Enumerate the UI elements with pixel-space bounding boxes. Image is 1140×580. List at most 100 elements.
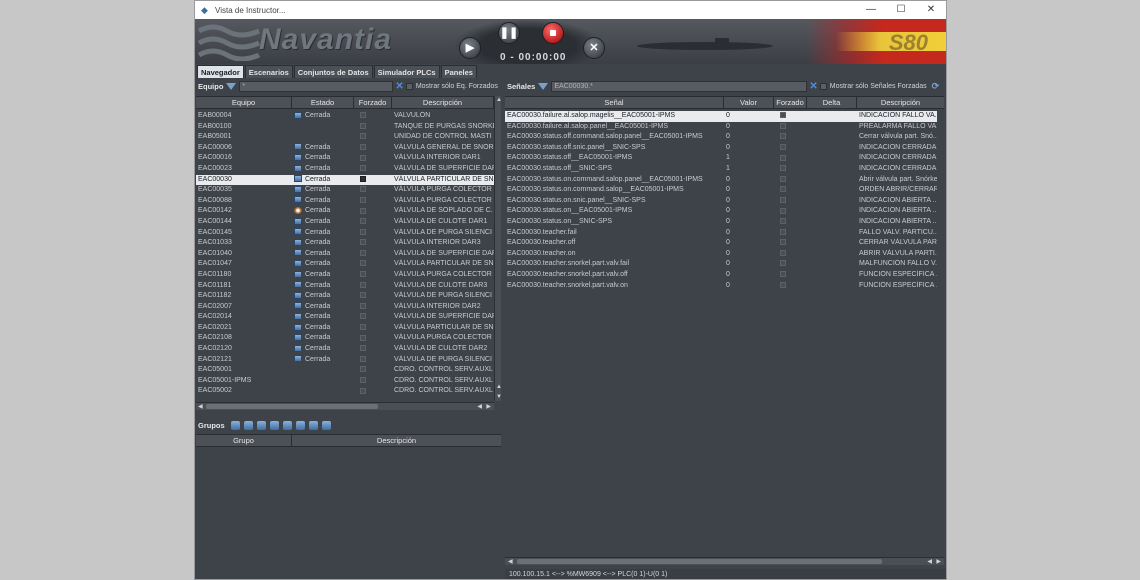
tab-paneles[interactable]: Paneles <box>440 65 477 78</box>
table-row[interactable]: EAC00144 Cerrada VÁLVULA DE CULOTE DAR1 <box>196 217 494 228</box>
table-row[interactable]: EAC01033 Cerrada VÁLVULA INTERIOR DAR3 <box>196 238 494 249</box>
forzado-checkbox[interactable] <box>360 260 366 267</box>
forzado-checkbox[interactable] <box>780 175 786 182</box>
valor-cell[interactable]: 1 <box>724 164 774 175</box>
forzado-checkbox[interactable] <box>360 218 366 225</box>
forzado-checkbox[interactable] <box>360 324 366 331</box>
table-row[interactable]: EAC01180 Cerrada VÁLVULA PURGA COLECTOR <box>196 270 494 281</box>
add-item-icon[interactable] <box>256 421 266 430</box>
table-row[interactable]: EAB05001 UNIDAD DE CONTROL MASTI <box>196 132 494 143</box>
table-row[interactable]: EAC00030.status.off.command.salop.panel_… <box>505 132 944 143</box>
table-row[interactable]: EAC02021 Cerrada VÁLVULA PARTICULAR DE SN <box>196 323 494 334</box>
delta-cell[interactable] <box>807 132 857 143</box>
table-row[interactable]: EAC00030.status.off__EAC05001-IPMS 1 INDIC… <box>505 153 944 164</box>
equipo-vscroll[interactable]: ▲ ▲ ▼ <box>494 96 502 401</box>
delta-cell[interactable] <box>807 175 857 186</box>
tab-escenarios[interactable]: Escenarios <box>244 65 293 78</box>
table-row[interactable]: EAC05001-IPMS CDRO. CONTROL SERV.AUXL <box>196 376 494 387</box>
table-row[interactable]: EAC01040 Cerrada VÁLVULA DE SUPERFICIE DAR <box>196 249 494 260</box>
table-row[interactable]: EAC00030.failure.al.salop.magelis__EAC05… <box>505 111 944 122</box>
forzado-checkbox[interactable] <box>360 154 366 161</box>
forzado-checkbox[interactable] <box>360 281 366 288</box>
valor-cell[interactable]: 0 <box>724 122 774 133</box>
col-equipo[interactable]: Equipo <box>196 97 292 108</box>
valor-cell[interactable]: 0 <box>724 111 774 122</box>
table-row[interactable]: EAC00030 Cerrada VÁLVULA PARTICULAR DE SN <box>196 174 494 186</box>
table-row[interactable]: EAC00030.teacher.snorkel.part.valv.off 0 F… <box>505 270 944 281</box>
clear-filter-icon[interactable]: ✕ <box>395 81 403 92</box>
forzado-checkbox[interactable] <box>360 271 366 278</box>
col-forzado[interactable]: Forzado <box>354 97 392 108</box>
valor-cell[interactable]: 0 <box>724 196 774 207</box>
table-row[interactable]: EAC00030.failure.al.salop.panel__EAC0500… <box>505 122 944 133</box>
table-row[interactable]: EAB00100 TANQUE DE PURGAS SNORKE <box>196 122 494 133</box>
forzado-checkbox[interactable] <box>360 334 366 341</box>
forzado-checkbox[interactable] <box>360 186 366 193</box>
delete-group-icon[interactable] <box>243 421 253 430</box>
forzado-checkbox[interactable] <box>780 154 786 161</box>
forzado-checkbox[interactable] <box>360 355 366 362</box>
valor-cell[interactable]: 0 <box>724 143 774 154</box>
delta-cell[interactable] <box>807 185 857 196</box>
table-row[interactable]: EAC00088 Cerrada VÁLVULA PURGA COLECTOR <box>196 196 494 207</box>
forced-only-checkbox[interactable] <box>405 83 413 90</box>
table-row[interactable]: EAC02108 Cerrada VÁLVULA PURGA COLECTOR <box>196 333 494 344</box>
senales-filter-input[interactable] <box>551 81 808 92</box>
forzado-checkbox[interactable] <box>360 302 366 309</box>
delta-cell[interactable] <box>807 196 857 207</box>
table-row[interactable]: EAC00030.status.on__SNIC-SPS 0 INDICACION … <box>505 217 944 228</box>
valor-cell[interactable]: 0 <box>724 238 774 249</box>
table-row[interactable]: EAC00030.teacher.snorkel.part.valv.on 0 FU… <box>505 281 944 292</box>
table-row[interactable]: EAC00030.status.off__SNIC-SPS 1 INDICACION… <box>505 164 944 175</box>
table-row[interactable]: EAC01181 Cerrada VÁLVULA DE CULOTE DAR3 <box>196 281 494 292</box>
forzado-checkbox[interactable] <box>780 281 786 288</box>
valor-cell[interactable]: 0 <box>724 217 774 228</box>
delta-cell[interactable] <box>807 122 857 133</box>
table-row[interactable]: EAC01047 Cerrada VÁLVULA PARTICULAR DE SN <box>196 259 494 270</box>
refresh-icon[interactable]: ⟳ <box>932 81 940 92</box>
edit-group-icon[interactable] <box>282 421 292 430</box>
close-window-icon[interactable]: ✕ <box>916 1 946 19</box>
tab-navegador[interactable]: Navegador <box>197 65 244 78</box>
table-row[interactable]: EAC00030.teacher.on 0 ABRIR VÁLVULA PARTI.… <box>505 249 944 260</box>
col-forzado[interactable]: Forzado <box>774 97 807 108</box>
table-row[interactable]: EAC00030.status.on.command.salop.panel__… <box>505 175 944 186</box>
forzado-checkbox[interactable] <box>780 196 786 203</box>
delta-cell[interactable] <box>807 206 857 217</box>
table-row[interactable]: EAC02121 Cerrada VÁLVULA DE PURGA SILENCI <box>196 355 494 366</box>
delta-cell[interactable] <box>807 217 857 228</box>
filter-icon[interactable] <box>538 83 549 90</box>
valor-cell[interactable]: 1 <box>724 153 774 164</box>
remove-item-icon[interactable] <box>269 421 279 430</box>
forzado-checkbox[interactable] <box>360 292 366 299</box>
table-row[interactable]: EAC00030.teacher.fail 0 FALLO VALV. PARTIC… <box>505 228 944 239</box>
valor-cell[interactable]: 0 <box>724 132 774 143</box>
valor-cell[interactable]: 0 <box>724 249 774 260</box>
table-row[interactable]: EAC00030.teacher.snorkel.part.valv.fail 0… <box>505 259 944 270</box>
table-row[interactable]: EAB00004 Cerrada VALVULÓN <box>196 111 494 122</box>
forzado-checkbox[interactable] <box>360 133 366 140</box>
valor-cell[interactable]: 0 <box>724 206 774 217</box>
delta-cell[interactable] <box>807 164 857 175</box>
forzado-checkbox[interactable] <box>360 313 366 320</box>
table-row[interactable]: EAC02120 Cerrada VÁLVULA DE CULOTE DAR2 <box>196 344 494 355</box>
clear-filter-icon[interactable]: ✕ <box>809 81 817 92</box>
forzado-checkbox[interactable] <box>780 218 786 225</box>
pause-button[interactable]: ❚❚ <box>498 22 520 44</box>
delta-cell[interactable] <box>807 249 857 260</box>
forzado-checkbox[interactable] <box>360 228 366 235</box>
forzado-checkbox[interactable] <box>360 207 366 214</box>
valor-cell[interactable]: 0 <box>724 281 774 292</box>
table-row[interactable]: EAC05002 CDRO. CONTROL SERV.AUXL <box>196 386 494 397</box>
delta-cell[interactable] <box>807 270 857 281</box>
forzado-checkbox[interactable] <box>780 207 786 214</box>
col-descripcion[interactable]: Descripción <box>392 97 494 108</box>
delta-cell[interactable] <box>807 111 857 122</box>
delta-cell[interactable] <box>807 238 857 249</box>
table-row[interactable]: EAC00030.status.on__EAC05001-IPMS 0 INDICA… <box>505 206 944 217</box>
forzado-checkbox[interactable] <box>780 239 786 246</box>
table-row[interactable]: EAC00030.status.on.snic.panel__SNIC-SPS 0… <box>505 196 944 207</box>
valor-cell[interactable]: 0 <box>724 228 774 239</box>
tab-conjuntos-de-datos[interactable]: Conjuntos de Datos <box>293 65 373 78</box>
forzado-checkbox[interactable] <box>360 122 366 129</box>
